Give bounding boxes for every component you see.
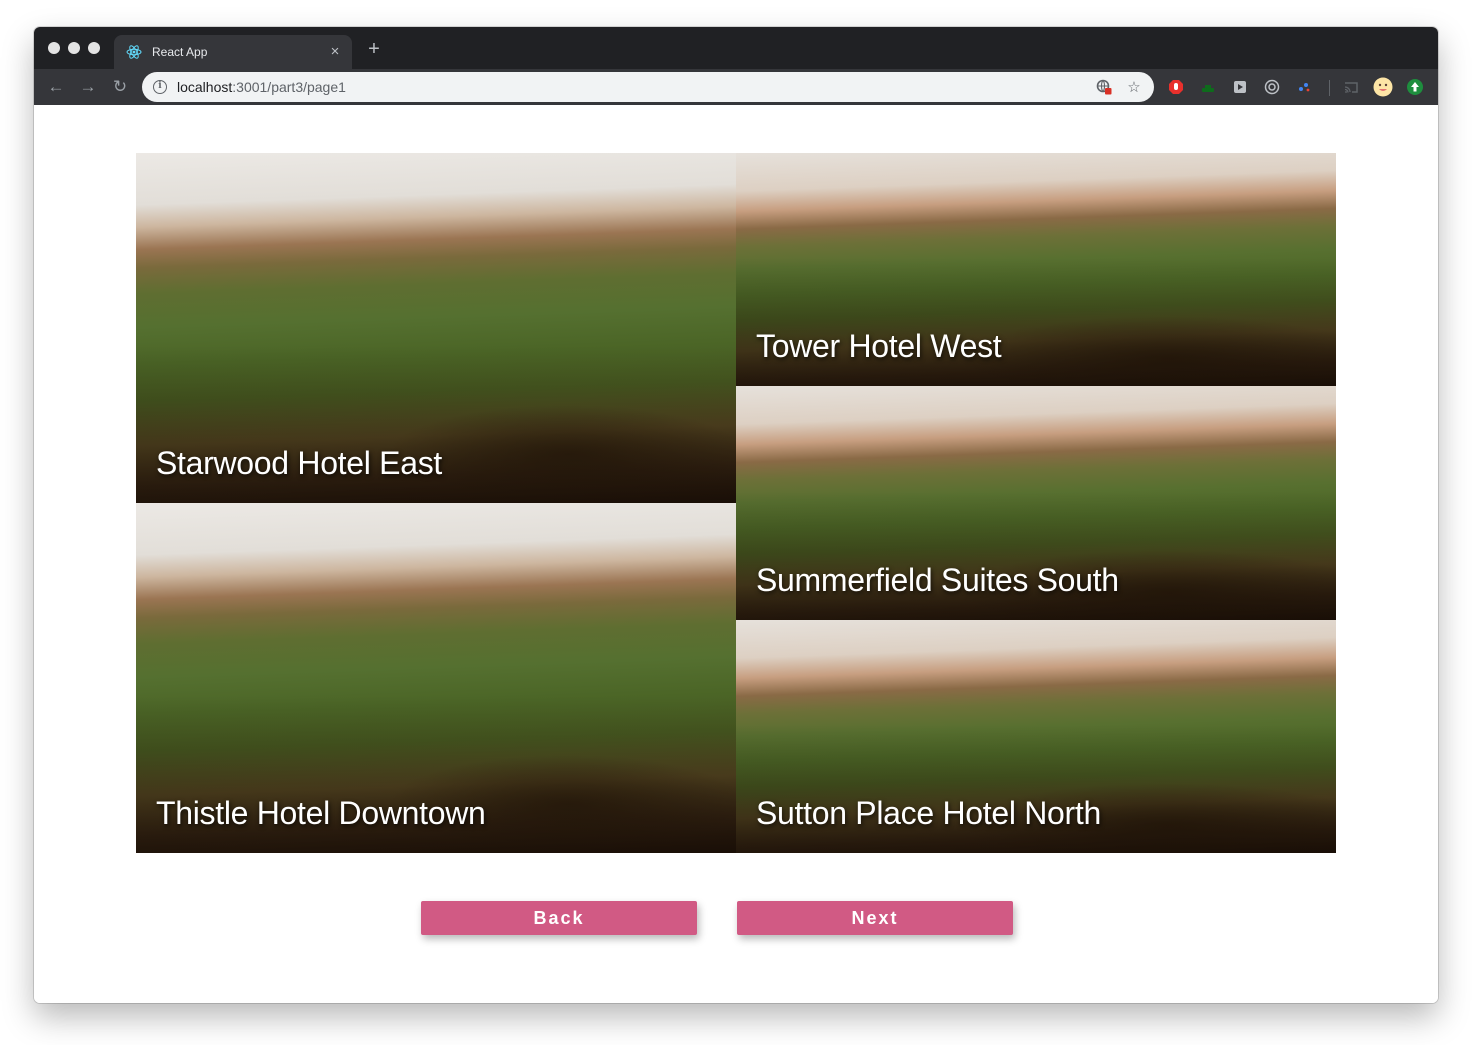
browser-window: React App × + ← → ↻ i localhost:3001/par… <box>34 27 1438 1003</box>
react-logo-icon <box>126 44 142 60</box>
hotel-name: Tower Hotel West <box>756 328 1002 364</box>
hotel-name: Thistle Hotel Downtown <box>156 795 486 831</box>
profile-avatar-icon[interactable] <box>1373 77 1393 97</box>
back-arrow-icon[interactable]: ← <box>45 76 67 98</box>
url-text[interactable]: localhost:3001/part3/page1 <box>177 79 1094 95</box>
close-window-button[interactable] <box>48 42 60 54</box>
zoom-window-button[interactable] <box>88 42 100 54</box>
hotel-name: Starwood Hotel East <box>156 445 443 481</box>
cast-icon[interactable] <box>1341 77 1361 97</box>
cowboy-extension-icon[interactable] <box>1198 77 1218 97</box>
hotel-name: Sutton Place Hotel North <box>756 795 1101 831</box>
browser-tab[interactable]: React App × <box>114 35 352 69</box>
dots-extension-icon[interactable] <box>1294 77 1314 97</box>
forward-arrow-icon[interactable]: → <box>77 76 99 98</box>
hotel-card-sutton[interactable]: Sutton Place Hotel North <box>736 620 1336 853</box>
browser-toolbar: ← → ↻ i localhost:3001/part3/page1 ☆ <box>34 69 1438 105</box>
hotel-card-thistle[interactable]: Thistle Hotel Downtown <box>136 503 736 853</box>
tab-close-icon[interactable]: × <box>326 43 344 61</box>
adblock-extension-icon[interactable] <box>1166 77 1186 97</box>
translate-blocked-icon[interactable] <box>1094 77 1114 97</box>
hotel-card-tower[interactable]: Tower Hotel West <box>736 153 1336 386</box>
pocket-extension-icon[interactable] <box>1230 77 1250 97</box>
title-bar: React App × + <box>34 27 1438 69</box>
hotel-card-summerfield[interactable]: Summerfield Suites South <box>736 386 1336 620</box>
site-info-icon[interactable]: i <box>153 80 167 94</box>
minimize-window-button[interactable] <box>68 42 80 54</box>
update-arrow-icon[interactable] <box>1405 77 1425 97</box>
hotel-card-starwood[interactable]: Starwood Hotel East <box>136 153 736 503</box>
target-extension-icon[interactable] <box>1262 77 1282 97</box>
back-button[interactable]: Back <box>421 901 697 935</box>
toolbar-divider <box>1329 80 1330 96</box>
page-content: Starwood Hotel East Tower Hotel West Sum… <box>34 105 1438 1003</box>
address-bar[interactable]: i localhost:3001/part3/page1 ☆ <box>142 72 1154 102</box>
hotel-name: Summerfield Suites South <box>756 562 1119 598</box>
url-host: localhost <box>177 79 233 95</box>
next-button[interactable]: Next <box>737 901 1013 935</box>
url-path: :3001/part3/page1 <box>232 79 346 95</box>
bookmark-star-icon[interactable]: ☆ <box>1124 77 1144 97</box>
new-tab-button[interactable]: + <box>364 39 384 59</box>
reload-icon[interactable]: ↻ <box>109 76 131 98</box>
tab-title: React App <box>152 45 208 59</box>
